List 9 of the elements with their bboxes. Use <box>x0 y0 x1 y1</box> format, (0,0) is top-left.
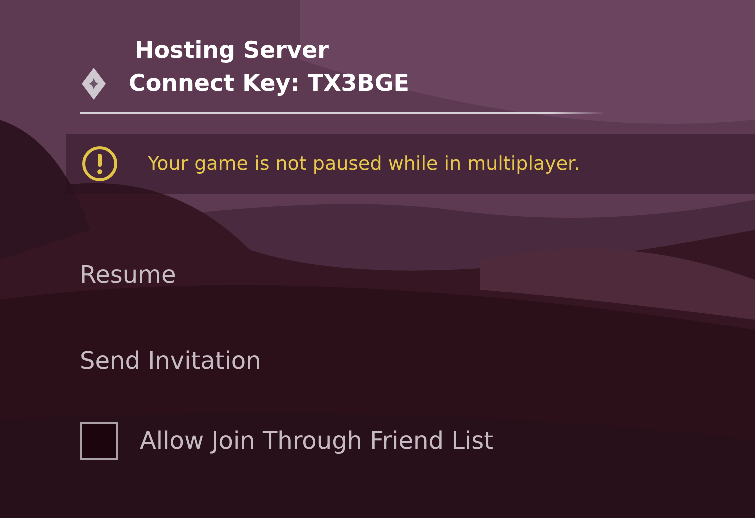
checkbox-label[interactable]: Allow Join Through Friend List <box>140 427 494 455</box>
warning-icon <box>82 146 118 182</box>
server-title: Hosting Server <box>135 38 330 64</box>
diamond-icon <box>82 68 106 100</box>
menu-item[interactable]: Send Invitation <box>80 340 262 382</box>
connect-key: Connect Key: TX3BGE <box>129 71 410 97</box>
checkbox[interactable] <box>80 422 118 460</box>
menu-item[interactable]: Resume <box>80 254 176 296</box>
warning-text: Your game is not paused while in multiplayer. <box>148 153 580 175</box>
